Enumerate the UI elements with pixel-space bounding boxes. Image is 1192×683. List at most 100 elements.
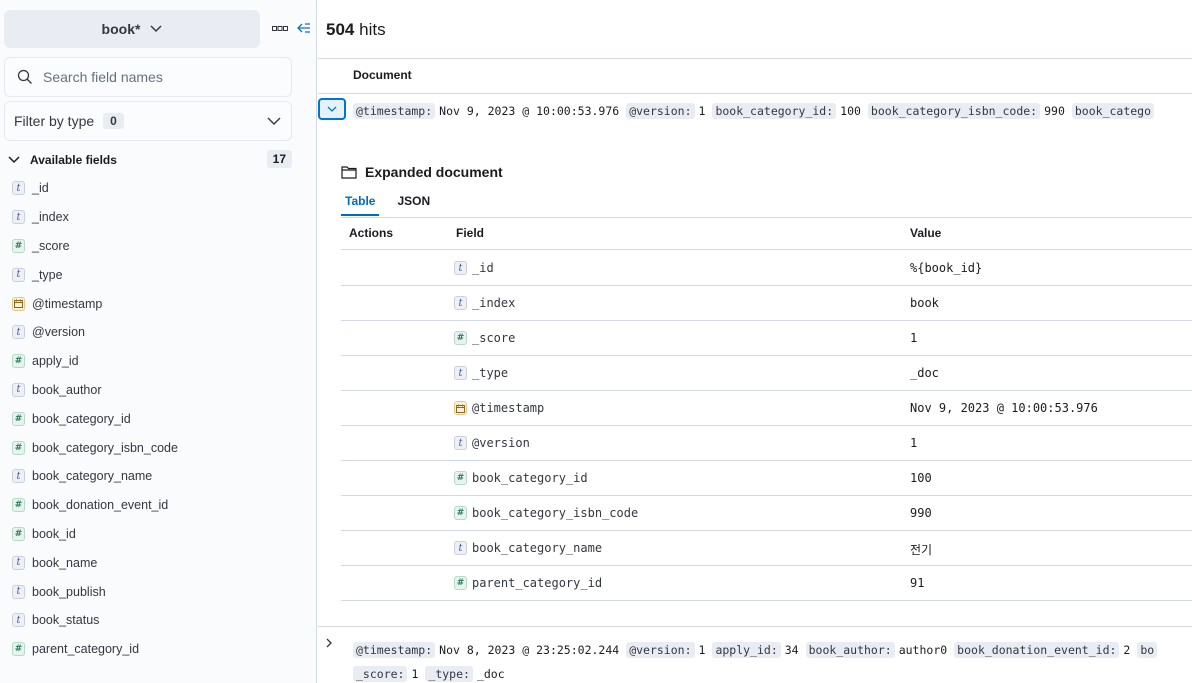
document-summary[interactable]: @timestamp: Nov 8, 2023 @ 23:25:02.244 @ve… xyxy=(353,638,1192,683)
field-name: _id xyxy=(472,261,494,275)
field-list-item[interactable]: # parent_category_id xyxy=(12,635,302,664)
table-row[interactable]: t _id %{book_id} xyxy=(341,251,1192,286)
table-row[interactable]: # book_category_isbn_code 990 xyxy=(341,496,1192,531)
field-sidebar: book* Filter by type 0 Available fields … xyxy=(0,0,317,683)
search-icon xyxy=(17,69,32,84)
expanded-document-header: Expanded document xyxy=(341,164,503,180)
folder-icon xyxy=(341,166,357,179)
field-name: _index xyxy=(472,296,516,310)
string-field-icon: t xyxy=(12,555,25,570)
field-name: _score xyxy=(472,331,516,345)
summary-value: 1 xyxy=(698,643,706,657)
field-cell: t @version xyxy=(454,436,530,450)
date-field-icon xyxy=(12,296,25,311)
field-cell: t _index xyxy=(454,296,515,310)
field-search-box[interactable] xyxy=(4,57,292,97)
string-field-icon: t xyxy=(12,382,25,397)
summary-value: Nov 8, 2023 @ 23:25:02.244 xyxy=(439,643,620,657)
field-list-item[interactable]: # _score xyxy=(12,232,302,261)
field-cell: # book_category_isbn_code xyxy=(454,506,638,520)
value-cell: book xyxy=(910,296,939,310)
field-name: book_author xyxy=(32,382,102,397)
summary-key: @timestamp: xyxy=(353,103,436,119)
field-name: _type xyxy=(32,267,63,282)
collapse-sidebar-icon[interactable] xyxy=(296,20,312,36)
summary-value: author0 xyxy=(898,643,948,657)
field-list-item[interactable]: t book_name xyxy=(12,548,302,577)
value-column-header: Value xyxy=(910,226,942,240)
field-list-item[interactable]: t @version xyxy=(12,318,302,347)
value-cell: 1 xyxy=(910,436,918,450)
table-row[interactable]: t _index book xyxy=(341,286,1192,321)
tab-table[interactable]: Table xyxy=(341,192,380,216)
expand-row-button[interactable] xyxy=(326,637,332,651)
field-list-item[interactable]: t book_category_name xyxy=(12,462,302,491)
more-options-icon[interactable] xyxy=(272,22,288,34)
field-name: _type xyxy=(472,366,509,380)
collapse-row-button[interactable] xyxy=(318,98,346,120)
table-row[interactable]: t book_category_name 전기 xyxy=(341,531,1192,566)
hits-counter: 504 hits xyxy=(326,20,386,40)
field-cell: # _score xyxy=(454,331,515,345)
filter-by-type-button[interactable]: Filter by type 0 xyxy=(4,101,292,141)
field-list-item[interactable]: t book_status xyxy=(12,606,302,635)
field-list-item[interactable]: t book_publish xyxy=(12,577,302,606)
field-name: @version xyxy=(472,436,530,450)
summary-value: 990 xyxy=(1044,104,1065,118)
field-name: book_id xyxy=(32,526,76,541)
field-list-item[interactable]: # book_category_isbn_code xyxy=(12,433,302,462)
available-fields-header[interactable]: Available fields 17 xyxy=(8,150,292,170)
document-summary[interactable]: @timestamp: Nov 9, 2023 @ 10:00:53.976 @ve… xyxy=(353,103,1158,119)
field-name: @version xyxy=(32,325,85,340)
summary-key: bo xyxy=(1137,642,1158,658)
summary-key: @version: xyxy=(626,103,695,119)
tab-json[interactable]: JSON xyxy=(393,192,434,216)
field-name: parent_category_id xyxy=(32,642,140,657)
field-list-item[interactable]: # book_category_id xyxy=(12,404,302,433)
field-name: book_category_name xyxy=(32,469,153,484)
summary-key: book_author: xyxy=(805,642,895,658)
field-list-item[interactable]: # book_donation_event_id xyxy=(12,491,302,520)
number-field-icon: # xyxy=(454,331,467,345)
field-list-item[interactable]: t book_author xyxy=(12,376,302,405)
filter-count-badge: 0 xyxy=(103,113,124,129)
number-field-icon: # xyxy=(12,411,25,426)
field-name: book_category_isbn_code xyxy=(32,440,178,455)
data-view-picker[interactable]: book* xyxy=(4,10,260,48)
number-field-icon: # xyxy=(12,526,25,541)
field-list-item[interactable]: # apply_id xyxy=(12,347,302,376)
available-fields-label: Available fields xyxy=(30,153,117,167)
number-field-icon: # xyxy=(454,471,467,485)
field-list: t _id t _index # _score t _type @timestamp t @vers… xyxy=(12,174,302,664)
view-tabs: Table JSON xyxy=(341,192,448,216)
summary-key: apply_id: xyxy=(712,642,781,658)
field-name: parent_category_id xyxy=(472,576,603,590)
field-list-item[interactable]: # book_id xyxy=(12,520,302,549)
field-name: book_category_name xyxy=(472,541,603,555)
field-list-item[interactable]: t _type xyxy=(12,260,302,289)
field-list-item[interactable]: @timestamp xyxy=(12,289,302,318)
divider xyxy=(341,249,1192,250)
table-row[interactable]: t _type _doc xyxy=(341,356,1192,391)
search-field-input[interactable] xyxy=(43,69,273,85)
divider xyxy=(318,93,1192,94)
number-field-icon: # xyxy=(12,354,25,369)
value-cell: 91 xyxy=(910,576,925,590)
summary-key: book_catego xyxy=(1071,103,1155,119)
field-list-item[interactable]: t _index xyxy=(12,203,302,232)
field-cell: t _id xyxy=(454,261,494,275)
table-row[interactable]: # parent_category_id 91 xyxy=(341,566,1192,601)
table-row[interactable]: t @version 1 xyxy=(341,426,1192,461)
string-field-icon: t xyxy=(454,261,467,275)
field-column-header: Field xyxy=(456,226,485,240)
summary-value: _doc xyxy=(476,667,505,681)
summary-key: book_donation_event_id: xyxy=(954,642,1120,658)
table-row[interactable]: # book_category_id 100 xyxy=(341,461,1192,496)
table-row[interactable]: # _score 1 xyxy=(341,321,1192,356)
hits-count: 504 xyxy=(326,20,355,39)
table-row[interactable]: @timestamp Nov 9, 2023 @ 10:00:53.976 xyxy=(341,391,1192,426)
string-field-icon: t xyxy=(12,469,25,484)
field-list-item[interactable]: t _id xyxy=(12,174,302,203)
value-cell: 1 xyxy=(910,331,918,345)
field-name: _score xyxy=(32,238,70,253)
